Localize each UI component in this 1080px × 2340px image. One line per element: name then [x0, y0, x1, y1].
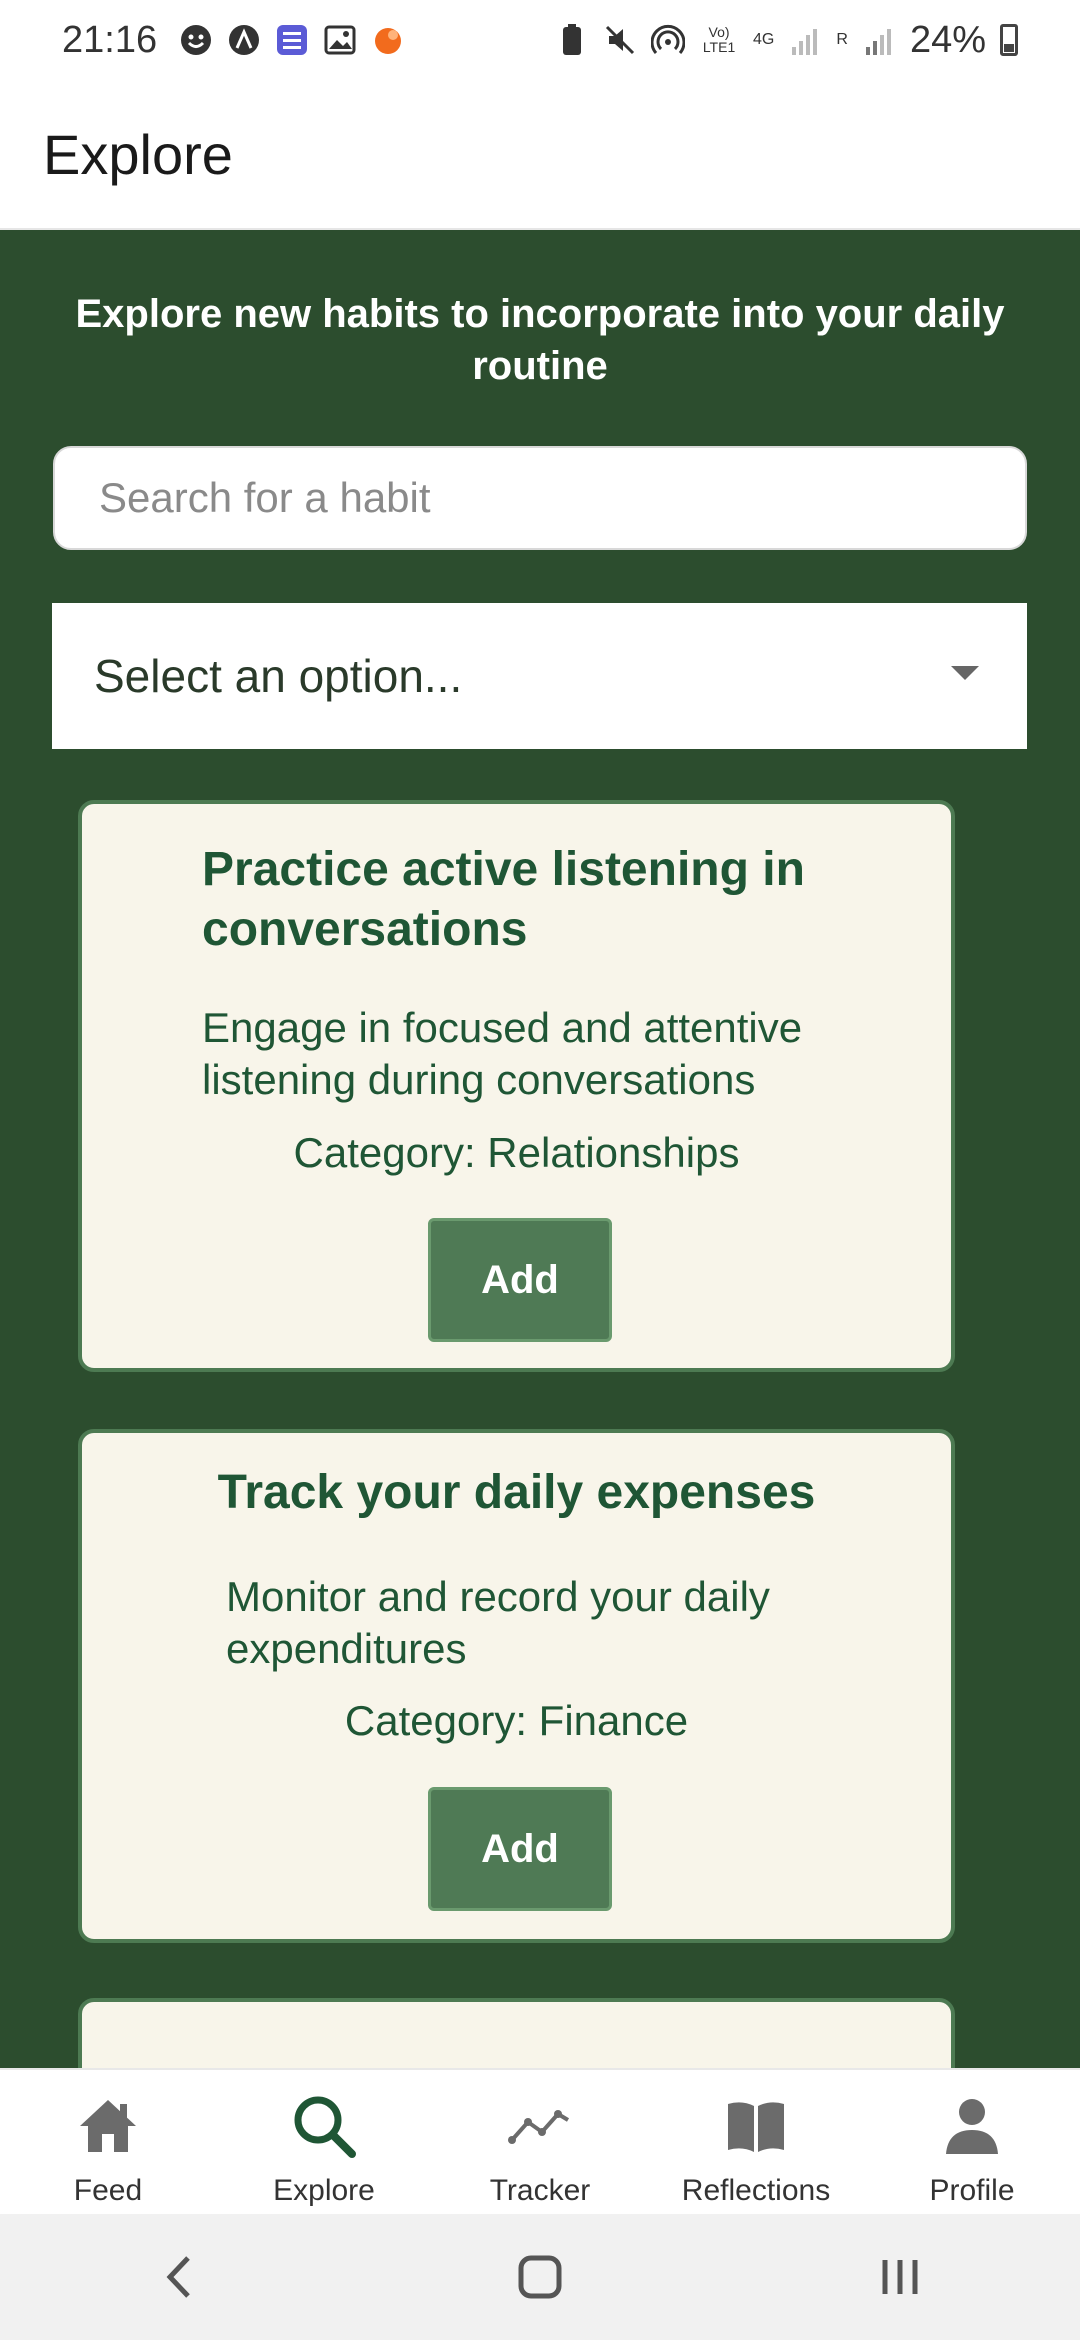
intro-text: Explore new habits to incorporate into y… — [75, 292, 1005, 388]
search-input[interactable]: Search for a habit — [53, 446, 1027, 550]
person-icon — [936, 2090, 1008, 2162]
app-a-icon — [227, 23, 261, 57]
search-icon — [288, 2090, 360, 2162]
bottom-nav: Feed Explore Tracker Reflections Profile — [0, 2068, 1080, 2214]
home-button-icon[interactable] — [495, 2242, 585, 2312]
category-select-value: Select an option... — [94, 650, 463, 702]
system-status-icons: Vo) LTE1 4G R 24% — [555, 19, 1018, 62]
habit-card: Track your daily expenses Monitor and re… — [78, 1429, 955, 1943]
back-icon[interactable] — [135, 2242, 225, 2312]
system-nav-bar — [0, 2214, 1080, 2340]
page-title: Explore — [43, 122, 233, 186]
nav-item-feed[interactable]: Feed — [0, 2070, 216, 2214]
gallery-icon — [323, 23, 357, 57]
add-habit-button[interactable]: Add — [428, 1218, 612, 1342]
habit-title: Track your daily expenses — [217, 1466, 816, 1519]
list-app-icon — [275, 23, 309, 57]
nav-item-explore[interactable]: Explore — [216, 2070, 432, 2214]
habit-category: Category: Relationships — [293, 1129, 740, 1176]
explore-content[interactable]: Explore new habits to incorporate into y… — [0, 230, 1080, 2068]
signal-strength-icon — [788, 23, 822, 57]
hotspot-icon — [651, 23, 686, 57]
search-placeholder: Search for a habit — [99, 474, 431, 521]
volte-label: Vo) LTE1 — [702, 24, 736, 55]
signal-strength-2-icon — [862, 23, 896, 57]
habit-card: Practice active listening in conversatio… — [78, 800, 955, 1372]
mute-icon — [603, 23, 637, 57]
nav-label-reflections: Reflections — [681, 2174, 831, 2207]
notification-icons — [179, 23, 405, 57]
roaming-label: R — [836, 31, 848, 48]
nav-item-tracker[interactable]: Tracker — [432, 2070, 648, 2214]
habit-title: Practice active listening in conversatio… — [202, 843, 805, 956]
nav-item-reflections[interactable]: Reflections — [648, 2070, 864, 2214]
battery-saver-icon — [555, 23, 589, 57]
app-header: Explore — [0, 80, 1080, 230]
battery-percent: 24% — [909, 18, 986, 61]
habit-card — [78, 1998, 955, 2068]
chevron-down-icon — [951, 666, 979, 680]
battery-icon — [1000, 24, 1018, 56]
habit-category: Category: Finance — [344, 1697, 689, 1744]
nav-label-explore: Explore — [273, 2174, 375, 2207]
emoji-face-icon — [179, 23, 213, 57]
status-bar: 21:16 Vo) LTE1 4G R 24% — [0, 0, 1080, 80]
category-select[interactable]: Select an option... — [52, 603, 1027, 749]
orange-dot-app-icon — [371, 23, 405, 57]
status-time: 21:16 — [62, 18, 158, 61]
trend-line-icon — [504, 2090, 576, 2162]
nav-label-feed: Feed — [73, 2174, 143, 2207]
home-icon — [72, 2090, 144, 2162]
add-habit-button[interactable]: Add — [428, 1787, 612, 1911]
habit-description: Monitor and record your daily expenditur… — [226, 1573, 770, 1672]
habit-description: Engage in focused and attentive listenin… — [202, 1004, 803, 1103]
recent-apps-icon[interactable] — [855, 2242, 945, 2312]
book-icon — [720, 2090, 792, 2162]
nav-label-profile: Profile — [929, 2174, 1015, 2207]
nav-item-profile[interactable]: Profile — [864, 2070, 1080, 2214]
nav-label-tracker: Tracker — [489, 2174, 591, 2207]
network-type-label: 4G — [753, 31, 775, 48]
